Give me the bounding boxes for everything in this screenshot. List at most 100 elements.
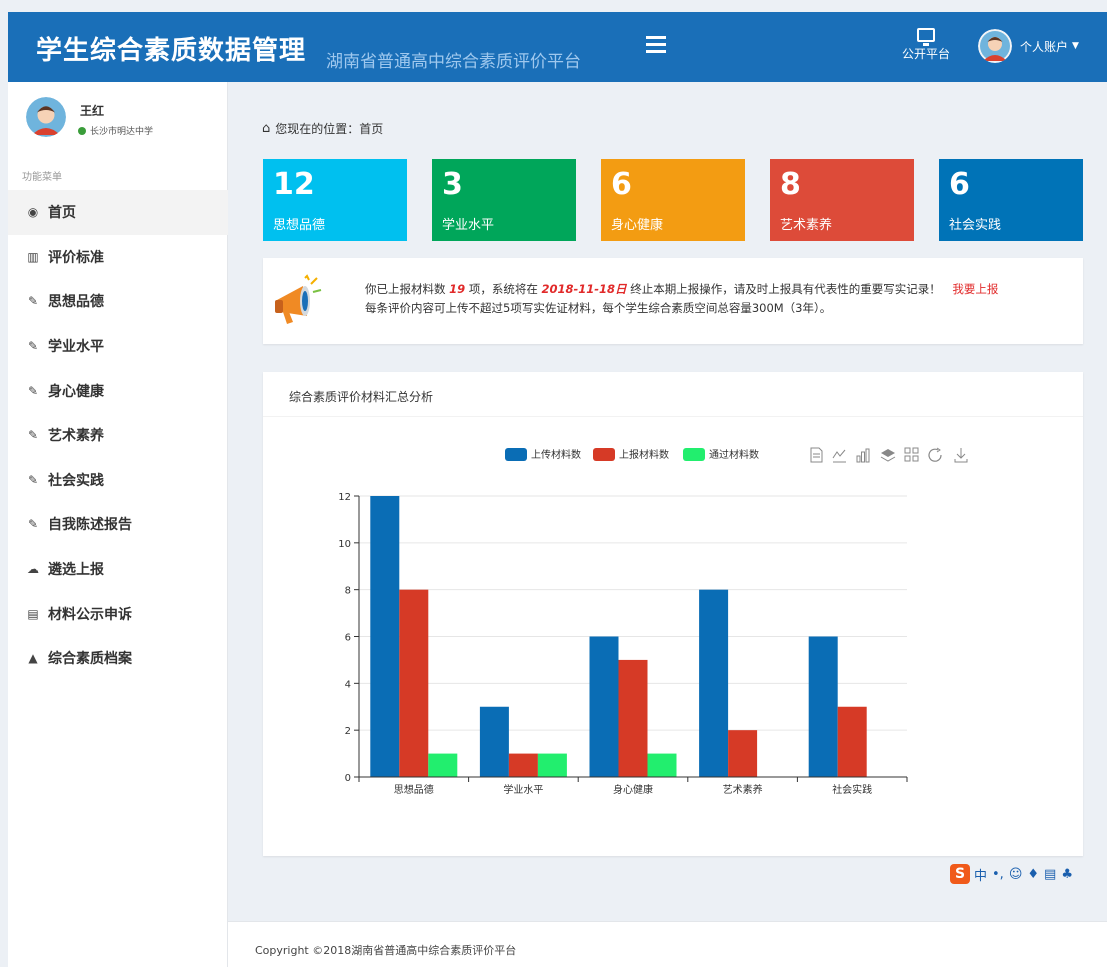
restore-icon[interactable] xyxy=(928,447,942,462)
notice-text: 你已上报材料数 xyxy=(365,282,446,296)
x-tick-label: 艺术素养 xyxy=(723,783,763,796)
download-icon[interactable] xyxy=(954,448,968,463)
notice-line-2: 每条评价内容可上传不超过5项写实佐证材料，每个学生综合素质空间总容量300M（3… xyxy=(365,301,832,315)
legend-item[interactable]: 上报材料数 xyxy=(593,448,669,461)
bar[interactable] xyxy=(618,659,648,777)
online-status-icon xyxy=(78,126,86,135)
bar[interactable] xyxy=(647,753,677,777)
ime-logo: S xyxy=(950,864,970,884)
report-now-link[interactable]: 我要上报 xyxy=(952,282,998,296)
legend-item[interactable]: 通过材料数 xyxy=(683,448,759,461)
y-tick-label: 2 xyxy=(345,726,351,737)
legend-label: 上传材料数 xyxy=(531,448,581,461)
notice-text: 项，系统将在 xyxy=(468,282,538,296)
y-tick-label: 12 xyxy=(338,492,351,503)
user-avatar xyxy=(26,97,66,137)
edit-icon: ✎ xyxy=(27,517,39,532)
home-icon: ⌂ xyxy=(262,121,271,136)
sidebar-item-label: 思想品德 xyxy=(48,294,104,311)
sidebar-item-submit[interactable]: ☁ 遴选上报 xyxy=(8,547,228,592)
stat-value: 6 xyxy=(949,167,970,202)
sidebar-item-label: 自我陈述报告 xyxy=(48,517,132,534)
sidebar-item-health[interactable]: ✎ 身心健康 xyxy=(8,368,228,413)
app-title[interactable]: 学生综合素质数据管理 xyxy=(36,30,306,67)
punctuation-icon: •, xyxy=(992,866,1004,882)
map-icon: ▥ xyxy=(27,249,39,264)
stat-box-social[interactable]: 6 社会实践 xyxy=(939,159,1083,241)
stat-box-academic[interactable]: 3 学业水平 xyxy=(432,159,576,241)
menu-toggle-icon[interactable] xyxy=(646,36,666,54)
legend-label: 上报材料数 xyxy=(619,448,669,461)
bar-chart-icon[interactable] xyxy=(856,448,870,463)
user-panel: 王红 长沙市明达中学 xyxy=(8,82,227,162)
sidebar-item-academic[interactable]: ✎ 学业水平 xyxy=(8,324,228,369)
sidebar-menu: ◉ 首页 ▥ 评价标准 ✎ 思想品德 ✎ 学业水平 ✎ 身心健康 ✎ 艺术素养 ✎ 社会实践 … xyxy=(8,190,228,681)
top-header: 学生综合素质数据管理 湖南省普通高中综合素质评价平台 公开平台 个人账户 ▼ xyxy=(8,12,1107,82)
stat-value: 3 xyxy=(442,167,463,202)
footer: Copyright ©2018湖南省普通高中综合素质评价平台 xyxy=(228,921,1107,967)
stat-value: 6 xyxy=(611,167,632,202)
sidebar-item-archive[interactable]: ▲ 综合素质档案 xyxy=(8,636,228,681)
cloud-upload-icon: ☁ xyxy=(27,562,39,577)
data-view-icon[interactable] xyxy=(810,447,823,463)
stat-label: 身心健康 xyxy=(611,218,664,233)
microphone-icon: ♦ xyxy=(1027,866,1040,882)
sidebar-item-label: 艺术素养 xyxy=(48,428,104,445)
dashboard-icon: ◉ xyxy=(27,205,39,220)
y-tick-label: 8 xyxy=(345,586,351,597)
tiled-icon[interactable] xyxy=(904,447,919,462)
account-menu[interactable]: 个人账户 ▼ xyxy=(978,29,1079,63)
sidebar-item-appeal[interactable]: ▤ 材料公示申诉 xyxy=(8,591,228,636)
graduation-cap-icon: ▲ xyxy=(28,651,38,666)
bar[interactable] xyxy=(837,706,867,777)
notice-text: 终止本期上报操作，请及时上报具有代表性的重要写实记录！ xyxy=(630,282,941,296)
sidebar-item-standards[interactable]: ▥ 评价标准 xyxy=(8,235,228,280)
stat-box-arts[interactable]: 8 艺术素养 xyxy=(770,159,914,241)
legend-label: 通过材料数 xyxy=(709,448,759,461)
bar[interactable] xyxy=(399,589,429,777)
bar[interactable] xyxy=(508,753,538,777)
emoji-icon: ☺ xyxy=(1008,866,1023,882)
ime-toolbar[interactable]: S 中 •, ☺ ♦ ▤ ♣ xyxy=(950,864,1078,884)
bar-chart: 0 2 4 6 8 10 12 思想品德 学业水平 身心健康 艺术素养 社会实践 上传材料数 上报材料数… xyxy=(338,447,968,796)
chart-panel: 综合素质评价材料汇总分析 0 2 4 6 8 10 12 思想品德 学业水平 身心健康 艺术素养 社会… xyxy=(263,372,1083,856)
bar[interactable] xyxy=(808,636,838,778)
monitor-icon xyxy=(917,28,935,46)
sidebar-item-label: 身心健康 xyxy=(48,383,104,400)
stat-box-health[interactable]: 6 身心健康 xyxy=(601,159,745,241)
sidebar-item-label: 综合素质档案 xyxy=(48,651,132,668)
bar[interactable] xyxy=(479,706,509,777)
x-tick-label: 学业水平 xyxy=(503,783,543,796)
sidebar-item-arts[interactable]: ✎ 艺术素养 xyxy=(8,413,228,458)
sidebar-item-self-report[interactable]: ✎ 自我陈述报告 xyxy=(8,502,228,547)
sidebar-item-label: 社会实践 xyxy=(48,472,104,489)
legend-item[interactable]: 上传材料数 xyxy=(505,448,581,461)
breadcrumb-current[interactable]: 首页 xyxy=(359,120,383,137)
app-subtitle: 湖南省普通高中综合素质评价平台 xyxy=(326,52,581,72)
bar[interactable] xyxy=(699,589,729,777)
sidebar-item-morality[interactable]: ✎ 思想品德 xyxy=(8,279,228,324)
bar[interactable] xyxy=(589,636,619,778)
megaphone-icon xyxy=(275,274,322,324)
ime-language: 中 xyxy=(974,868,988,884)
sidebar-item-label: 首页 xyxy=(48,205,76,222)
y-tick-label: 10 xyxy=(338,539,351,550)
bar[interactable] xyxy=(370,496,400,777)
stack-icon[interactable] xyxy=(880,449,896,462)
sidebar: 王红 长沙市明达中学 功能菜单 ◉ 首页 ▥ 评价标准 ✎ 思想品德 ✎ 学业水平 ✎ 身… xyxy=(8,82,228,967)
keyboard-icon: ▤ xyxy=(1044,866,1057,882)
copyright: Copyright ©2018湖南省普通高中综合素质评价平台 xyxy=(255,944,517,957)
public-platform-button[interactable]: 公开平台 xyxy=(896,28,956,62)
x-tick-label: 身心健康 xyxy=(613,783,653,796)
bar[interactable] xyxy=(428,753,458,777)
public-platform-label: 公开平台 xyxy=(901,47,950,61)
stat-box-morality[interactable]: 12 思想品德 xyxy=(263,159,407,241)
menu-header: 功能菜单 xyxy=(22,172,62,183)
sidebar-item-social[interactable]: ✎ 社会实践 xyxy=(8,458,228,503)
sidebar-item-home[interactable]: ◉ 首页 xyxy=(8,190,228,235)
bar[interactable] xyxy=(537,753,567,777)
bar[interactable] xyxy=(728,730,758,777)
list-icon: ▤ xyxy=(27,606,39,621)
edit-icon: ✎ xyxy=(27,472,39,487)
line-chart-icon[interactable] xyxy=(832,449,846,463)
